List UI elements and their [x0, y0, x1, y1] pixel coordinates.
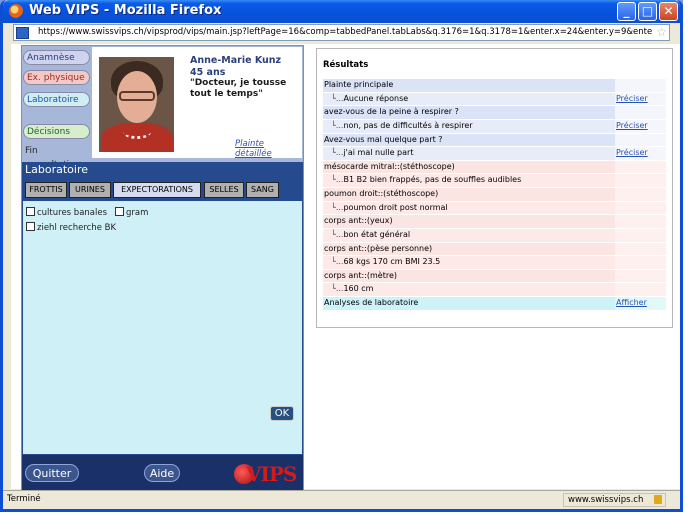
maximize-button[interactable]: □: [638, 2, 657, 21]
table-row: avez-vous de la peine à respirer ?: [323, 106, 666, 119]
table-row: Plainte principale: [323, 79, 666, 92]
tab-sang[interactable]: SANG: [246, 182, 279, 198]
left-panel: Anamnèse Ex. physique Laboratoire Décisi…: [21, 45, 304, 493]
table-row: j'ai mal nulle partPréciser: [323, 147, 666, 160]
status-domain: www.swissvips.ch: [563, 493, 666, 507]
table-row: corps ant::(pèse personne): [323, 242, 666, 256]
site-icon: [16, 27, 29, 39]
page-content: Anamnèse Ex. physique Laboratoire Décisi…: [11, 44, 680, 493]
table-row: non, pas de difficultés à respirerPrécis…: [323, 119, 666, 133]
firefox-icon: [9, 4, 23, 18]
table-row: Analyses de laboratoire Afficher: [323, 297, 666, 310]
patient-photo: [99, 57, 174, 152]
tab-expectorations[interactable]: EXPECTORATIONS: [113, 182, 201, 198]
minimize-button[interactable]: _: [617, 2, 636, 21]
screen-edge: [683, 0, 689, 517]
preciser-link[interactable]: Préciser: [615, 119, 666, 133]
results-panel: Résultats Plainte principale Aucune répo…: [316, 48, 673, 328]
table-row: Avez-vous mal quelque part ?: [323, 133, 666, 147]
results-title: Résultats: [323, 60, 369, 70]
checkbox-label: gram: [126, 208, 149, 218]
ziehl-checkbox[interactable]: ziehl recherche BK: [26, 222, 116, 233]
aide-button[interactable]: Aide: [144, 464, 180, 482]
screen-edge: [0, 512, 689, 517]
preciser-link[interactable]: Préciser: [615, 147, 666, 160]
results-table: Plainte principale Aucune réponsePrécise…: [323, 79, 666, 311]
patient-name: Anne-Marie Kunz: [190, 55, 282, 66]
checkbox-label: ziehl recherche BK: [37, 223, 117, 233]
table-row: mésocarde mitral::(stéthoscope): [323, 160, 666, 174]
laboratoire-header: Laboratoire: [22, 162, 303, 178]
bookmark-star-icon[interactable]: ☆: [656, 25, 667, 39]
nav-laboratoire-button[interactable]: Laboratoire: [23, 92, 90, 107]
preciser-link[interactable]: Préciser: [615, 92, 666, 106]
left-footer: Quitter Aide VIPS: [22, 455, 303, 492]
tab-selles[interactable]: SELLES: [204, 182, 244, 198]
checkbox-box[interactable]: [26, 207, 35, 216]
tab-frottis[interactable]: FROTTIS: [25, 182, 67, 198]
url-bar[interactable]: https://www.swissvips.ch/vipsprod/vips/m…: [13, 24, 670, 41]
patient-card: Anne-Marie Kunz 45 ans "Docteur, je tous…: [92, 47, 302, 159]
window-title: Web VIPS - Mozilla Firefox: [29, 3, 222, 18]
table-row: poumon droit::(stéthoscope): [323, 188, 666, 201]
cultures-banales-checkbox[interactable]: cultures banales: [26, 207, 107, 218]
patient-complaint: "Docteur, je tousse tout le temps": [190, 78, 287, 99]
table-row: 160 cm: [323, 283, 666, 297]
close-button[interactable]: ✕: [659, 2, 678, 21]
table-row: corps ant::(yeux): [323, 215, 666, 228]
ok-button[interactable]: OK: [270, 406, 294, 421]
nav-fin-consultation[interactable]: Fin consultation: [23, 144, 90, 170]
status-text: Terminé: [7, 494, 41, 504]
plainte-detaillee-link[interactable]: Plainte détaillée: [235, 139, 302, 159]
quitter-button[interactable]: Quitter: [25, 464, 79, 482]
nav-decisions-button[interactable]: Décisions: [23, 124, 90, 139]
checkbox-label: cultures banales: [37, 208, 108, 218]
lab-tabs: FROTTIS URINES EXPECTORATIONS SELLES SAN…: [22, 178, 303, 200]
checkbox-box[interactable]: [26, 222, 35, 231]
vips-logo: VIPS: [230, 460, 297, 488]
checkbox-box[interactable]: [115, 207, 124, 216]
expectorations-panel: cultures banales gram ziehl recherche BK…: [22, 200, 303, 455]
domain-text: www.swissvips.ch: [568, 495, 644, 505]
table-row: corps ant::(mètre): [323, 269, 666, 283]
table-row: 68 kgs 170 cm BMI 23.5: [323, 256, 666, 269]
tab-urines[interactable]: URINES: [69, 182, 111, 198]
patient-age: 45 ans: [190, 67, 226, 78]
browser-window: Web VIPS - Mozilla Firefox _ □ ✕ https:/…: [0, 0, 683, 512]
table-row: B1 B2 bien frappés, pas de souffles audi…: [323, 174, 666, 188]
status-bar: Terminé www.swissvips.ch: [3, 490, 680, 509]
title-bar: Web VIPS - Mozilla Firefox _ □ ✕: [3, 0, 680, 23]
table-row: poumon droit post normal: [323, 201, 666, 215]
url-text[interactable]: https://www.swissvips.ch/vipsprod/vips/m…: [38, 27, 652, 37]
lock-icon[interactable]: [654, 495, 662, 504]
afficher-link[interactable]: Afficher: [615, 297, 666, 310]
table-row: Aucune réponsePréciser: [323, 92, 666, 106]
table-row: bon état général: [323, 228, 666, 242]
gram-checkbox[interactable]: gram: [115, 207, 148, 218]
nav-ex-physique-button[interactable]: Ex. physique: [23, 70, 90, 85]
nav-anamnese-button[interactable]: Anamnèse: [23, 50, 90, 65]
